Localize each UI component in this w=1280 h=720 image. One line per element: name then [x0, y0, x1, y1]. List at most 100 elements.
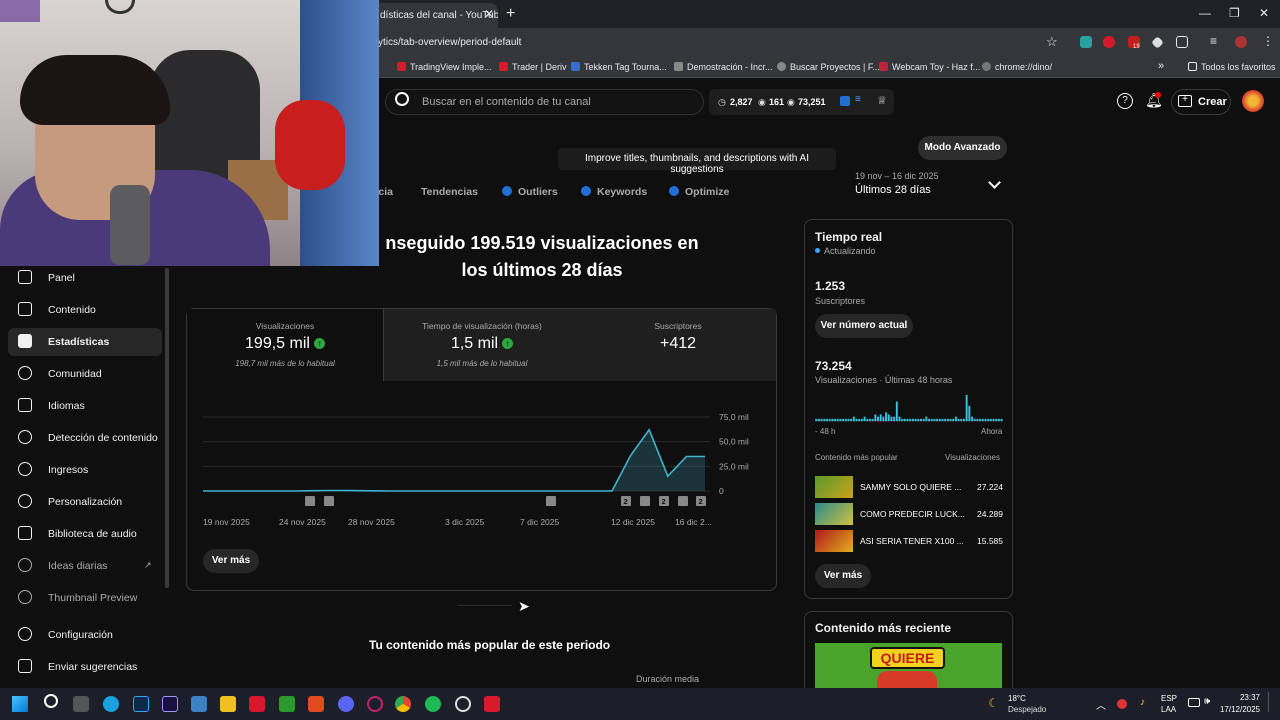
- copilot-icon[interactable]: [73, 696, 89, 712]
- xbox-icon[interactable]: [279, 696, 295, 712]
- sidebar-item-content-detection[interactable]: Detección de contenido: [8, 424, 162, 452]
- bookmark-item[interactable]: Buscar Proyectos | F...: [777, 62, 880, 72]
- microphone-icon[interactable]: ♪: [1140, 697, 1145, 708]
- realtime-views: 73.254: [815, 359, 852, 373]
- recent-content-title: Contenido más reciente: [815, 621, 952, 635]
- show-desktop-button[interactable]: [1268, 692, 1276, 712]
- edge-icon[interactable]: [103, 696, 119, 712]
- extensions-puzzle-icon[interactable]: [1176, 36, 1188, 48]
- mouse-cursor: ➤: [518, 598, 530, 614]
- tray-app-icon[interactable]: [1117, 699, 1127, 709]
- help-icon[interactable]: ?: [1117, 93, 1133, 109]
- avatar[interactable]: [1242, 90, 1264, 112]
- sidebar-item-customization[interactable]: Personalización: [8, 488, 162, 516]
- profile-avatar-icon[interactable]: [1235, 36, 1247, 48]
- sidebar-item-content[interactable]: Contenido: [8, 296, 162, 324]
- minimize-icon[interactable]: —: [1199, 6, 1211, 20]
- series-area: [203, 429, 705, 491]
- list-item[interactable]: SAMMY SOLO QUIERE ... 27.224: [815, 476, 1003, 498]
- spotify-icon[interactable]: [425, 696, 441, 712]
- chevron-down-icon[interactable]: [988, 176, 1001, 189]
- brave-icon[interactable]: [308, 696, 324, 712]
- discord-icon[interactable]: [338, 696, 354, 712]
- bookmark-star-icon[interactable]: ☆: [1046, 34, 1058, 50]
- bookmark-item[interactable]: chrome://dino/: [982, 62, 1052, 72]
- period-selector[interactable]: Últimos 28 días: [855, 184, 931, 196]
- sidebar-item-panel[interactable]: Panel: [8, 264, 162, 292]
- extension-icon[interactable]: [1103, 36, 1115, 48]
- video-marker-icon: [546, 496, 556, 506]
- sidebar-item-settings[interactable]: Configuración: [8, 621, 162, 649]
- list-item[interactable]: ASI SERIA TENER X100 ... 15.585: [815, 530, 1003, 552]
- browser-menu-icon[interactable]: ⋮: [1262, 34, 1274, 48]
- network-icon[interactable]: [1188, 698, 1200, 707]
- bookmark-item[interactable]: Trader | Deriv: [499, 62, 567, 72]
- sidebar-item-daily-ideas[interactable]: Ideas diarias: [8, 552, 162, 580]
- bookmark-item[interactable]: TradingView Imple...: [397, 62, 492, 72]
- app-icon[interactable]: [484, 696, 500, 712]
- sidebar-item-analytics[interactable]: Estadísticas: [8, 328, 162, 356]
- clock-time[interactable]: 23:37: [1220, 693, 1260, 702]
- bookmark-item[interactable]: Tekken Tag Tourna...: [571, 62, 667, 72]
- keyboard-layout[interactable]: LAA: [1161, 705, 1176, 714]
- all-bookmarks[interactable]: Todos los favoritos: [1188, 62, 1276, 72]
- search-icon[interactable]: [44, 694, 58, 708]
- sidebar-item-feedback[interactable]: Enviar sugerencias: [8, 653, 162, 681]
- maximize-icon[interactable]: ❐: [1229, 6, 1240, 20]
- store-icon[interactable]: [191, 696, 207, 712]
- new-tab-icon[interactable]: +: [506, 5, 515, 23]
- realtime-bar: [858, 418, 861, 421]
- realtime-bar: [847, 418, 850, 421]
- clock-date[interactable]: 17/12/2025: [1210, 705, 1260, 714]
- list-item[interactable]: COMO PREDECIR LUCK... 24.289: [815, 503, 1003, 525]
- trophy-icon[interactable]: ♕: [877, 94, 887, 107]
- start-icon[interactable]: [12, 696, 28, 712]
- opera-icon[interactable]: [367, 696, 383, 712]
- bookmark-item[interactable]: Demostración - Incr...: [674, 62, 773, 72]
- see-more-button[interactable]: Ver más: [203, 549, 259, 573]
- advanced-mode-button[interactable]: Modo Avanzado: [918, 136, 1007, 160]
- photoshop-icon[interactable]: [133, 696, 149, 712]
- recent-video-thumbnail[interactable]: QUIERE: [815, 643, 1002, 688]
- bookmarks-overflow-icon[interactable]: »: [1158, 60, 1164, 72]
- menu-lines-icon[interactable]: ≡: [855, 94, 861, 105]
- x-tick-label: 24 nov 2025: [279, 517, 326, 527]
- see-more-realtime-button[interactable]: Ver más: [815, 564, 871, 588]
- sidebar-item-audio-library[interactable]: Biblioteca de audio: [8, 520, 162, 548]
- obs-icon[interactable]: [455, 696, 471, 712]
- metric-tab-watch-time[interactable]: Tiempo de visualización (horas) 1,5 mil ↑…: [383, 309, 580, 381]
- extension-icon[interactable]: [1080, 36, 1092, 48]
- bookmark-item[interactable]: Webcam Toy - Haz f...: [879, 62, 980, 72]
- views-column-label: Visualizaciones: [945, 453, 1000, 462]
- file-explorer-icon[interactable]: [220, 696, 236, 712]
- tab-outliers[interactable]: Outliers: [502, 186, 558, 198]
- tab-keywords[interactable]: Keywords: [581, 186, 647, 198]
- metric-tab-views[interactable]: Visualizaciones 199,5 mil ↑ 198,7 mil más…: [187, 309, 383, 381]
- close-tab-icon[interactable]: ✕: [484, 7, 494, 21]
- close-window-icon[interactable]: ✕: [1259, 6, 1269, 20]
- weather-temp[interactable]: 18°C: [1008, 694, 1026, 703]
- sidebar-item-thumbnail-preview[interactable]: Thumbnail Preview: [8, 584, 162, 612]
- sidebar-item-community[interactable]: Comunidad: [8, 360, 162, 388]
- language-indicator[interactable]: ESP: [1161, 694, 1177, 703]
- deriv-icon[interactable]: [249, 696, 265, 712]
- chrome-icon[interactable]: [395, 696, 411, 712]
- url-text[interactable]: ytics/tab-overview/period-default: [378, 37, 521, 48]
- see-current-count-button[interactable]: Ver número actual: [815, 314, 913, 338]
- sidebar-item-earn[interactable]: Ingresos: [8, 456, 162, 484]
- vidiq-icon[interactable]: [840, 96, 850, 106]
- sidebar-scrollbar[interactable]: [165, 268, 169, 588]
- video-marker-icon: [678, 496, 688, 506]
- metric-tab-subscribers[interactable]: Suscriptores +412: [580, 309, 776, 381]
- period-range[interactable]: 19 nov – 16 dic 2025: [855, 171, 939, 181]
- sidebar-item-languages[interactable]: Idiomas: [8, 392, 162, 420]
- tab-optimize[interactable]: Optimize: [669, 186, 729, 198]
- chevron-up-icon[interactable]: ︿: [1096, 697, 1106, 712]
- realtime-title: Tiempo real: [815, 230, 883, 244]
- browser-tab[interactable]: dísticas del canal - YouTube: [372, 3, 498, 28]
- realtime-bar: [909, 418, 912, 421]
- weather-desc[interactable]: Despejado: [1008, 705, 1046, 714]
- premiere-icon[interactable]: [162, 696, 178, 712]
- reading-list-icon[interactable]: ≡: [1210, 34, 1217, 48]
- tab-trends[interactable]: Tendencias: [421, 186, 478, 198]
